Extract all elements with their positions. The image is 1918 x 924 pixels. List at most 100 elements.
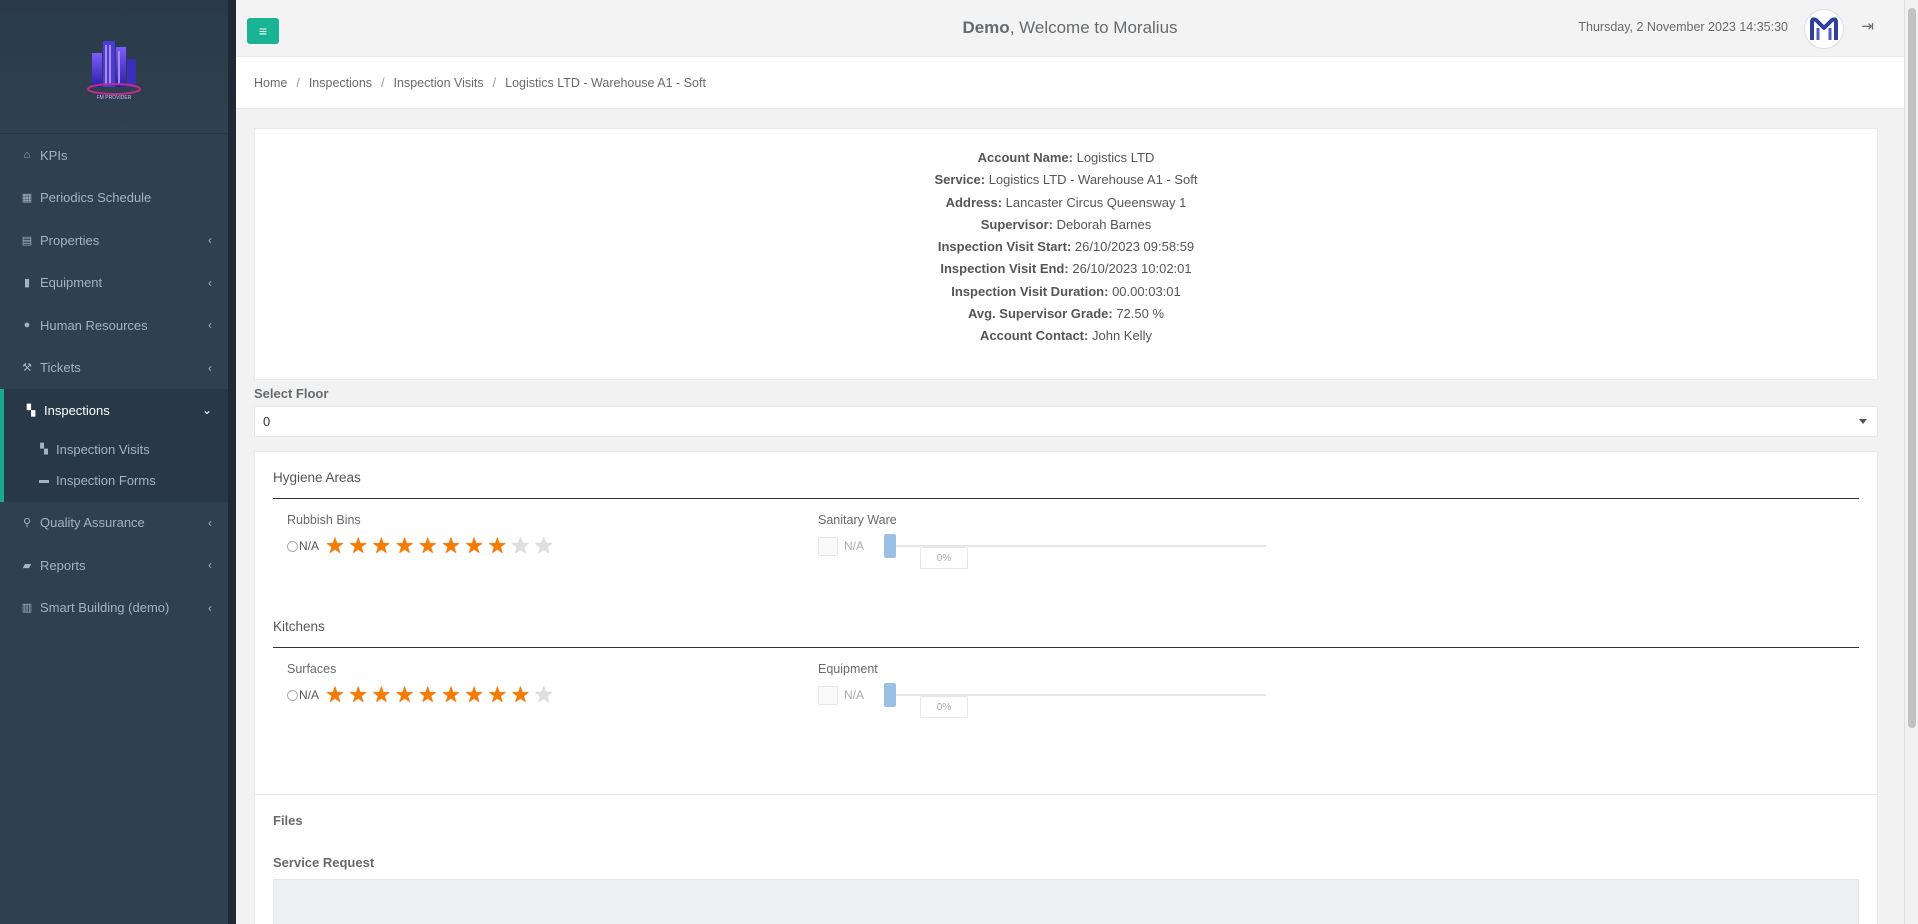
sidebar-nav: ⌂ KPIs ▦ Periodics Schedule ▤ Properties ‹ ▮… xyxy=(0,134,228,629)
service-request-title: Service Request xyxy=(273,855,375,870)
star-icon[interactable]: ★ xyxy=(486,535,508,557)
sidebar-item-properties[interactable]: ▤ Properties ‹ xyxy=(0,219,228,262)
folder-icon: ▬ xyxy=(39,474,49,486)
floor-selected-value: 0 xyxy=(263,414,271,429)
item-label: Sanitary Ware xyxy=(818,513,897,527)
star-icon[interactable]: ★ xyxy=(324,684,346,706)
sidebar-item-equipment[interactable]: ▮ Equipment ‹ xyxy=(0,262,228,305)
star-icon[interactable]: ★ xyxy=(417,684,439,706)
na-checkbox[interactable] xyxy=(818,536,838,556)
book-icon: ▮ xyxy=(23,277,31,290)
files-title: Files xyxy=(273,813,303,828)
info-label: Inspection Visit Duration: xyxy=(951,283,1109,299)
info-address: Address: Lancaster Circus Queensway 1 xyxy=(255,192,1877,214)
info-label: Inspection Visit End: xyxy=(940,261,1069,277)
star-rating[interactable]: ★ ★ ★ ★ ★ ★ ★ ★ ★ ★ xyxy=(324,684,556,706)
sidebar-item-kpis[interactable]: ⌂ KPIs xyxy=(0,134,228,177)
inspections-submenu: ▚ Inspection Visits ▬ Inspection Forms xyxy=(0,431,228,502)
chevron-down-icon: ⌄ xyxy=(201,403,212,418)
star-icon[interactable]: ★ xyxy=(510,684,532,706)
sidebar-item-human-resources[interactable]: ● Human Resources ‹ xyxy=(0,304,228,347)
bar-chart-icon: ▥ xyxy=(21,602,33,615)
sidebar: FM PROVIDER ⌂ KPIs ▦ Periodics Schedule ▤ P… xyxy=(0,0,228,924)
sidebar-item-label: Quality Assurance xyxy=(40,515,145,531)
star-icon[interactable]: ★ xyxy=(370,684,392,706)
info-value: 00.00:03:01 xyxy=(1112,283,1181,299)
breadcrumb-inspection-visits[interactable]: Inspection Visits xyxy=(394,76,484,90)
section-divider xyxy=(273,647,1859,648)
sidebar-item-label: Smart Building (demo) xyxy=(40,600,170,616)
star-icon[interactable]: ★ xyxy=(394,684,416,706)
sidebar-subitem-inspection-visits[interactable]: ▚ Inspection Visits xyxy=(4,434,228,465)
breadcrumb-current: Logistics LTD - Warehouse A1 - Soft xyxy=(505,75,706,90)
info-value: 26/10/2023 09:58:59 xyxy=(1074,239,1195,255)
calendar-icon: ▦ xyxy=(21,192,33,205)
sidebar-item-reports[interactable]: ▰ Reports ‹ xyxy=(0,544,228,587)
slider-handle[interactable] xyxy=(884,683,897,707)
breadcrumb-inspections[interactable]: Inspections xyxy=(309,76,372,90)
info-account-name: Account Name: Logistics LTD xyxy=(255,147,1877,169)
slider-handle[interactable] xyxy=(884,534,897,558)
item-label: Rubbish Bins xyxy=(287,513,361,527)
info-value: Lancaster Circus Queensway 1 xyxy=(1005,194,1187,210)
star-icon[interactable]: ★ xyxy=(463,684,485,706)
welcome-text: , Welcome to Moralius xyxy=(1009,18,1178,37)
section-row: Rubbish Bins N/A ★ ★ ★ ★ ★ ★ ★ ★ ★ ★ Sanitary War… xyxy=(273,513,1859,633)
star-icon[interactable]: ★ xyxy=(370,535,392,557)
star-icon[interactable]: ★ xyxy=(533,684,555,706)
sidebar-subitem-label: Inspection Forms xyxy=(56,472,156,488)
sidebar-item-tickets[interactable]: ⚒ Tickets ‹ xyxy=(0,347,228,390)
info-label: Supervisor: xyxy=(980,216,1053,232)
service-request-box[interactable] xyxy=(273,879,1859,924)
info-label: Account Name: xyxy=(977,150,1073,165)
percent-value: 0% xyxy=(920,696,968,718)
star-icon[interactable]: ★ xyxy=(510,535,532,557)
breadcrumb-home[interactable]: Home xyxy=(254,76,287,90)
chevron-left-icon: ‹ xyxy=(208,360,212,375)
sidebar-item-label: Properties xyxy=(40,232,100,248)
section-row: Surfaces N/A ★ ★ ★ ★ ★ ★ ★ ★ ★ ★ Equipment N/A xyxy=(273,662,1859,772)
floor-select[interactable]: 0 xyxy=(254,406,1878,437)
rating-row: N/A ★ ★ ★ ★ ★ ★ ★ ★ ★ ★ xyxy=(287,684,556,706)
caret-down-icon xyxy=(1859,419,1867,424)
top-navbar: ≡ Demo, Welcome to Moralius Thursday, 2 … xyxy=(236,0,1904,57)
inspection-areas-panel: Hygiene Areas Rubbish Bins N/A ★ ★ ★ ★ ★ ★ ★ ★ ★… xyxy=(254,451,1878,795)
avatar[interactable] xyxy=(1804,9,1844,49)
star-icon[interactable]: ★ xyxy=(486,684,508,706)
sign-out-icon[interactable]: ⇥ xyxy=(1861,17,1874,35)
sidebar-item-inspections[interactable]: ▚ Inspections ⌄ xyxy=(0,389,228,432)
sidebar-item-quality-assurance[interactable]: ⚲ Quality Assurance ‹ xyxy=(0,502,228,545)
sidebar-item-periodics-schedule[interactable]: ▦ Periodics Schedule xyxy=(0,177,228,220)
section-divider xyxy=(273,498,1859,499)
star-icon[interactable]: ★ xyxy=(347,535,369,557)
info-supervisor: Supervisor: Deborah Barnes xyxy=(255,214,1877,236)
star-icon[interactable]: ★ xyxy=(440,535,462,557)
rating-row: N/A ★ ★ ★ ★ ★ ★ ★ ★ ★ ★ xyxy=(287,535,556,557)
sidebar-item-smart-building[interactable]: ▥ Smart Building (demo) ‹ xyxy=(0,587,228,630)
na-checkbox[interactable] xyxy=(818,685,838,705)
na-radio[interactable] xyxy=(287,689,298,701)
star-icon[interactable]: ★ xyxy=(533,535,555,557)
star-icon[interactable]: ★ xyxy=(417,535,439,557)
na-label: N/A xyxy=(299,688,320,702)
breadcrumb-separator: / xyxy=(492,75,497,90)
star-icon[interactable]: ★ xyxy=(463,535,485,557)
star-icon[interactable]: ★ xyxy=(347,684,369,706)
star-icon[interactable]: ★ xyxy=(440,684,462,706)
company-logo[interactable]: FM PROVIDER xyxy=(78,31,150,103)
scrollbar-thumb[interactable] xyxy=(1908,8,1916,728)
home-icon: ⌂ xyxy=(23,149,31,162)
info-label: Address: xyxy=(945,194,1003,210)
na-label: N/A xyxy=(844,688,865,702)
rating-item: Rubbish Bins N/A ★ ★ ★ ★ ★ ★ ★ ★ ★ ★ xyxy=(287,513,556,557)
visit-info-panel: Account Name: Logistics LTD Service: Log… xyxy=(254,128,1878,380)
na-radio[interactable] xyxy=(287,540,298,552)
sidebar-subitem-inspection-forms[interactable]: ▬ Inspection Forms xyxy=(4,465,228,496)
star-icon[interactable]: ★ xyxy=(394,535,416,557)
star-rating[interactable]: ★ ★ ★ ★ ★ ★ ★ ★ ★ ★ xyxy=(324,535,556,557)
info-service: Service: Logistics LTD - Warehouse A1 - … xyxy=(255,169,1877,191)
sidebar-item-label: Tickets xyxy=(40,360,81,376)
star-icon[interactable]: ★ xyxy=(324,535,346,557)
chevron-left-icon: ‹ xyxy=(208,558,212,573)
page-scrollbar[interactable] xyxy=(1904,0,1918,924)
